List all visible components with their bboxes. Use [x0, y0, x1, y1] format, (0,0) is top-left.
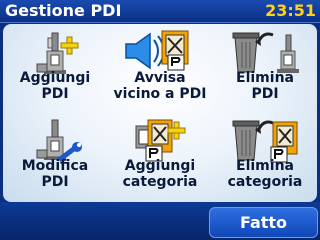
done-button[interactable]: Fatto	[209, 207, 318, 238]
menu-item-label: Aggiungi categoria	[122, 158, 198, 190]
menu-item-edit-poi[interactable]: Modifica PDI	[3, 114, 107, 200]
menu-item-label: Elimina categoria	[227, 158, 303, 190]
menu-item-add-category[interactable]: Aggiungi categoria	[108, 114, 212, 200]
screen: Gestione PDI 23:51 Aggiungi PDI Avvisa v…	[0, 0, 320, 240]
menu-item-label: Modifica PDI	[21, 158, 89, 190]
add-category-icon	[135, 119, 186, 162]
menu-item-warn-near-poi[interactable]: Avvisa vicino a PDI	[108, 26, 212, 112]
clock: 23:51	[265, 1, 316, 20]
delete-poi-icon	[232, 32, 299, 73]
menu-item-delete-poi[interactable]: Elimina PDI	[213, 26, 317, 112]
title-bar: Gestione PDI 23:51	[0, 0, 320, 23]
menu-item-add-poi[interactable]: Aggiungi PDI	[3, 26, 107, 112]
warn-near-poi-icon	[125, 30, 189, 71]
page-title: Gestione PDI	[5, 1, 122, 20]
delete-category-icon	[232, 120, 298, 163]
menu-item-label: Aggiungi PDI	[19, 70, 91, 102]
edit-poi-icon	[36, 119, 82, 162]
add-poi-icon	[36, 32, 79, 74]
menu-item-delete-category[interactable]: Elimina categoria	[213, 114, 317, 200]
menu-item-label: Avvisa vicino a PDI	[113, 70, 207, 102]
menu-item-label: Elimina PDI	[236, 70, 294, 102]
